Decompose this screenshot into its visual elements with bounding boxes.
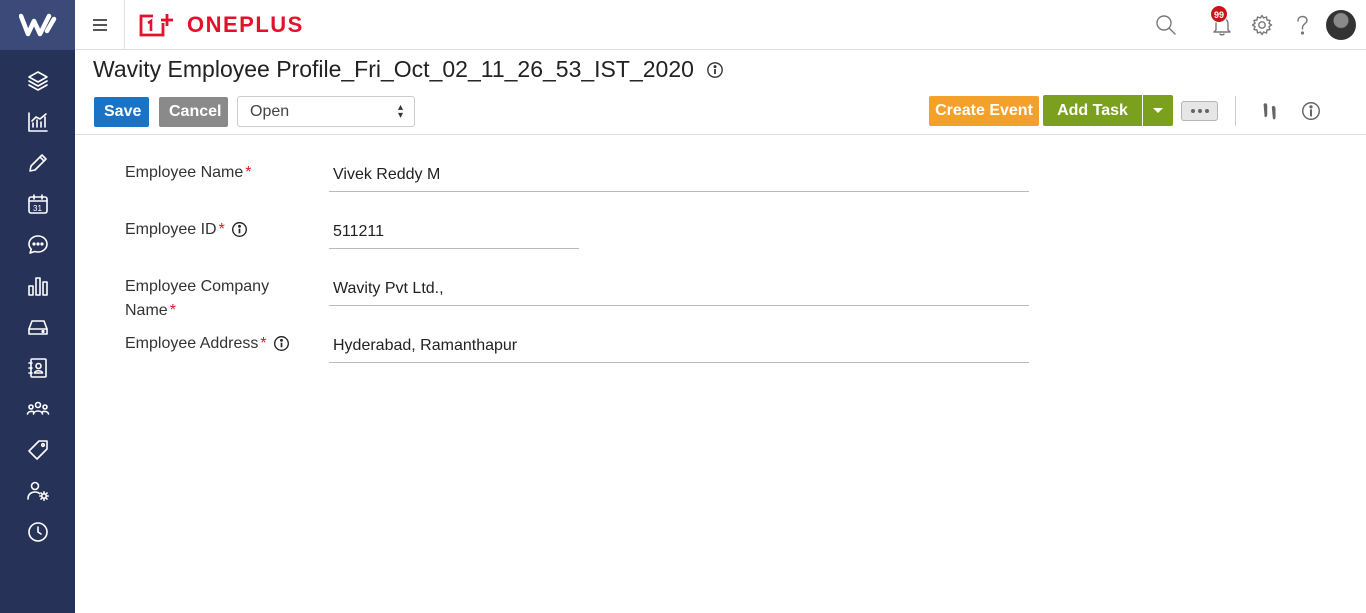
sidebar-item-drive[interactable] xyxy=(0,306,75,347)
wavity-logo-icon xyxy=(18,13,56,37)
employee-id-info-button[interactable] xyxy=(231,221,248,238)
search-button[interactable] xyxy=(1148,7,1184,43)
more-actions-button[interactable] xyxy=(1181,100,1218,121)
notification-count-badge: 99 xyxy=(1210,5,1228,23)
info-icon xyxy=(1302,101,1320,120)
layers-icon xyxy=(27,70,48,91)
settings-button[interactable] xyxy=(1244,7,1280,43)
form-row-employee-name: Employee Name * Vivek Reddy M xyxy=(125,135,1045,192)
add-task-dropdown-button[interactable] xyxy=(1143,95,1173,126)
clock-icon xyxy=(27,521,48,542)
drive-icon xyxy=(27,319,48,335)
select-arrows-icon: ▴ ▾ xyxy=(397,101,403,121)
top-bar: ONEPLUS 99 xyxy=(75,0,1366,50)
team-icon xyxy=(26,401,49,415)
oneplus-mark-icon xyxy=(139,14,173,37)
notifications-button[interactable]: 99 xyxy=(1204,5,1240,43)
field-label: Employee Name * xyxy=(125,161,295,185)
tag-icon xyxy=(27,439,48,460)
caret-down-icon xyxy=(1153,108,1163,113)
field-label-text: Employee Address xyxy=(125,335,259,352)
cancel-button[interactable]: Cancel xyxy=(159,96,228,127)
field-label: Employee ID * xyxy=(125,218,295,242)
record-header: Wavity Employee Profile_Fri_Oct_02_11_26… xyxy=(75,50,1366,135)
save-button[interactable]: Save xyxy=(94,96,149,127)
field-label-text: Employee ID xyxy=(125,221,217,238)
sidebar-item-user-settings[interactable] xyxy=(0,470,75,511)
gear-icon xyxy=(1251,14,1273,36)
user-settings-icon xyxy=(26,481,49,501)
sidebar-item-calendar[interactable]: 31 xyxy=(0,183,75,224)
required-marker: * xyxy=(260,335,267,352)
employee-address-field[interactable]: Hyderabad, Ramanthapur xyxy=(329,333,1029,363)
sidebar-item-contacts[interactable] xyxy=(0,347,75,388)
add-task-button[interactable]: Add Task xyxy=(1043,95,1142,126)
form-row-employee-id: Employee ID * 511211 xyxy=(125,192,1045,249)
info-icon xyxy=(707,61,723,78)
calendar-icon: 31 xyxy=(27,193,48,214)
contacts-book-icon xyxy=(27,357,47,378)
record-info-button[interactable] xyxy=(1293,96,1329,126)
sidebar-item-edit[interactable] xyxy=(0,142,75,183)
employee-address-info-button[interactable] xyxy=(273,335,290,352)
sidebar-item-team[interactable] xyxy=(0,388,75,429)
more-dot-icon xyxy=(1197,108,1202,113)
info-icon xyxy=(273,336,289,352)
bar-chart-icon xyxy=(27,276,48,296)
title-info-button[interactable] xyxy=(706,61,724,79)
more-dot-icon xyxy=(1190,108,1195,113)
toolbar-divider xyxy=(1235,95,1236,126)
sidebar-item-chat[interactable] xyxy=(0,224,75,265)
page-title: Wavity Employee Profile_Fri_Oct_02_11_26… xyxy=(93,56,694,82)
hamburger-icon xyxy=(92,19,107,31)
employee-id-field[interactable]: 511211 xyxy=(329,219,579,249)
chat-icon xyxy=(27,234,48,254)
employee-name-field[interactable]: Vivek Reddy M xyxy=(329,162,1029,192)
svg-text:31: 31 xyxy=(33,204,42,213)
field-label-text: Employee Name xyxy=(125,164,244,181)
wavity-logo[interactable] xyxy=(0,0,75,50)
search-icon xyxy=(1156,15,1176,35)
help-icon xyxy=(1297,15,1308,35)
status-select-value: Open xyxy=(250,102,290,120)
analytics-icon xyxy=(27,111,48,132)
footprints-icon xyxy=(1263,102,1276,119)
brand-name: ONEPLUS xyxy=(187,12,304,37)
menu-toggle-button[interactable] xyxy=(75,0,125,50)
sidebar-item-analytics[interactable] xyxy=(0,101,75,142)
left-sidebar: 31 xyxy=(0,0,75,613)
more-dot-icon xyxy=(1204,108,1209,113)
sidebar-item-apps[interactable] xyxy=(0,60,75,101)
required-marker: * xyxy=(245,164,252,181)
employee-company-name-field[interactable]: Wavity Pvt Ltd., xyxy=(329,276,1029,306)
field-label: Employee Address * xyxy=(125,332,295,356)
form-row-employee-company-name: Employee Company Name * Wavity Pvt Ltd., xyxy=(125,249,1045,319)
required-marker: * xyxy=(218,221,225,238)
employee-form: Employee Name * Vivek Reddy M Employee ID… xyxy=(125,135,1045,363)
create-event-button[interactable]: Create Event xyxy=(929,95,1039,126)
info-icon xyxy=(231,222,247,238)
status-select[interactable]: Open ▴ ▾ xyxy=(237,96,415,127)
sidebar-item-reports[interactable] xyxy=(0,265,75,306)
user-avatar[interactable] xyxy=(1326,10,1356,40)
pencil-icon xyxy=(28,153,47,172)
footprints-button[interactable] xyxy=(1252,96,1288,126)
sidebar-item-tags[interactable] xyxy=(0,429,75,470)
help-button[interactable] xyxy=(1284,7,1320,43)
sidebar-item-history[interactable] xyxy=(0,511,75,552)
form-row-employee-address: Employee Address * Hyderabad, Ramanthapur xyxy=(125,306,1045,363)
brand-logo[interactable]: ONEPLUS xyxy=(139,12,304,38)
